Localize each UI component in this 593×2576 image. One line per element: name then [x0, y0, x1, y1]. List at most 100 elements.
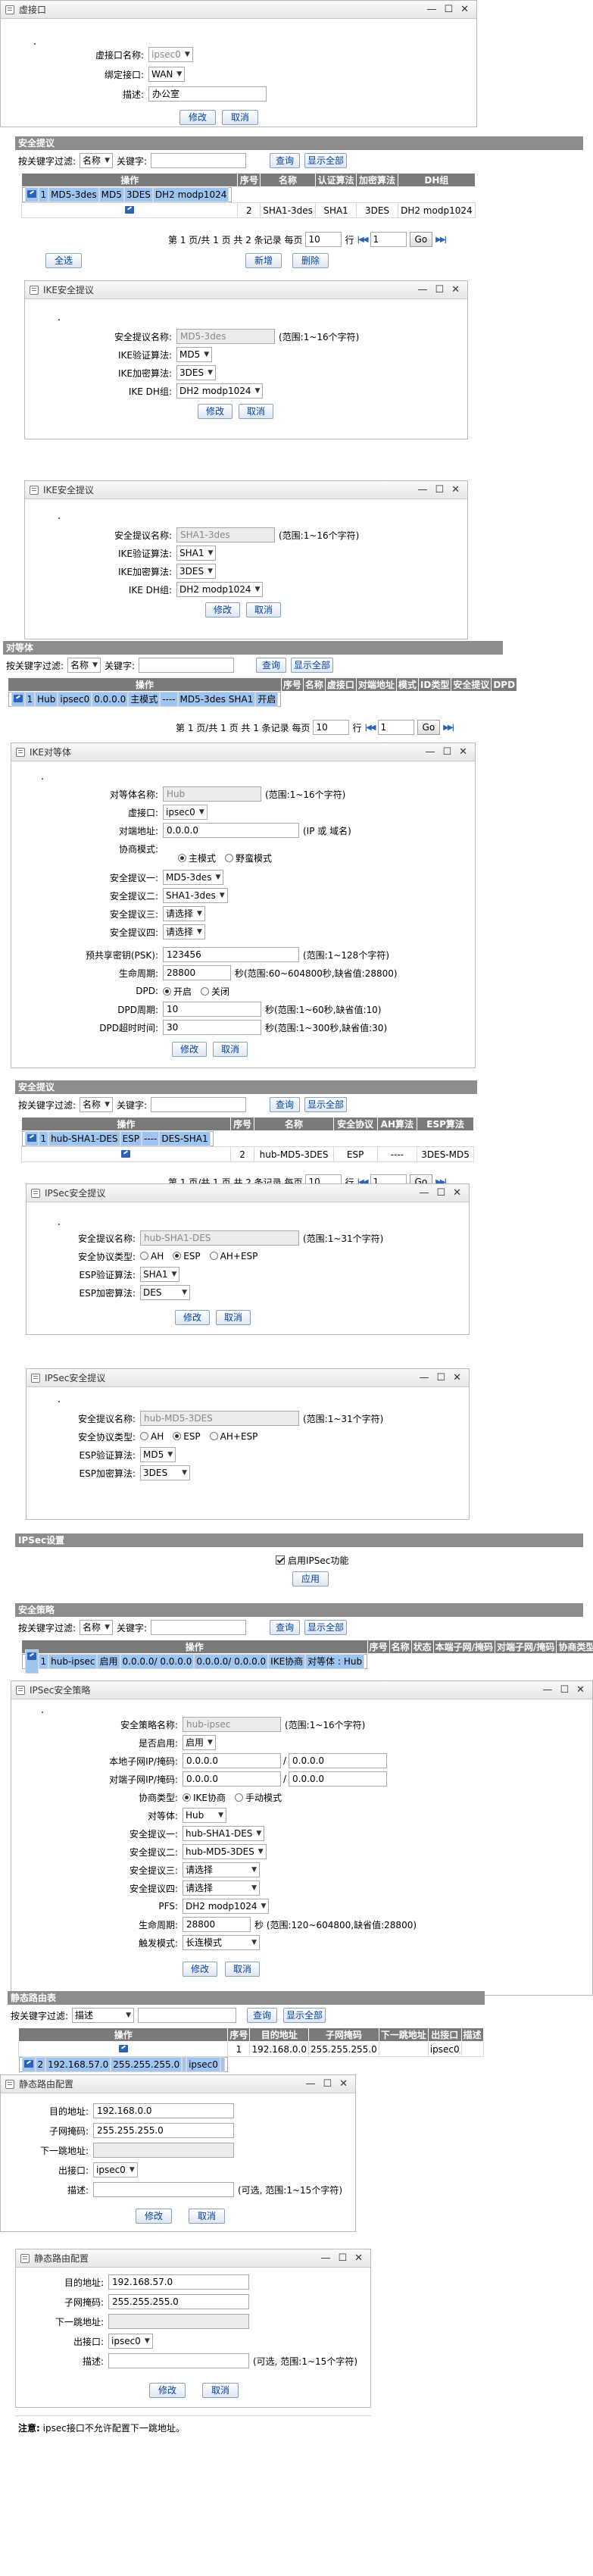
ike-dh-select[interactable]: DH2 modp1024 ▼ [176, 582, 264, 597]
proto-esp-radio[interactable]: ESP [173, 1431, 201, 1442]
maximize-icon[interactable]: ☐ [323, 2078, 332, 2090]
policy-proposal-1-select[interactable]: hub-SHA1-DES ▼ [183, 1826, 265, 1841]
policy-peer-select[interactable]: Hub ▼ [183, 1808, 226, 1823]
select-all-button[interactable]: 全选 [45, 253, 82, 268]
modify-button[interactable]: 修改 [183, 1962, 217, 1977]
ipsec-name-input[interactable]: hub-SHA1-DES [140, 1230, 299, 1246]
edit-icon[interactable] [27, 190, 36, 198]
modify-button[interactable]: 修改 [172, 1042, 207, 1057]
query-button[interactable]: 查询 [247, 2008, 277, 2023]
route-dst-input[interactable]: 192.168.0.0 [93, 2103, 234, 2118]
edit-icon[interactable] [121, 1149, 131, 1158]
proposal-3-select[interactable]: 请选择 ▼ [163, 906, 205, 921]
keyword-input[interactable] [151, 153, 247, 168]
filter-field-select[interactable]: 名称 ▼ [80, 153, 113, 168]
esp-enc-select[interactable]: DES ▼ [140, 1285, 190, 1300]
page-input[interactable]: 1 [377, 720, 414, 735]
filter-field-select[interactable]: 名称 ▼ [67, 658, 101, 673]
route-nexthop-input[interactable] [93, 2143, 234, 2158]
cancel-button[interactable]: 取消 [246, 602, 281, 617]
checkbox-checked-icon[interactable] [276, 1555, 285, 1565]
filter-field-select[interactable]: 名称 ▼ [80, 1620, 113, 1635]
edit-icon[interactable] [23, 2060, 33, 2068]
table-row[interactable]: 1 hub-ipsec 启用 0.0.0.0/ 0.0.0.0 0.0.0.0/ 0.0… [21, 1649, 368, 1674]
route-out-if-select[interactable]: ipsec0 ▼ [93, 2162, 138, 2177]
ike-auth-select[interactable]: SHA1 ▼ [176, 546, 217, 561]
keyword-input[interactable] [151, 1097, 247, 1112]
route-nexthop-input[interactable] [108, 2314, 249, 2329]
keyword-input[interactable] [151, 1620, 247, 1635]
apply-button[interactable]: 应用 [292, 1571, 329, 1587]
maximize-icon[interactable]: ☐ [560, 1684, 569, 1696]
close-icon[interactable]: ✕ [453, 1187, 461, 1199]
close-icon[interactable]: ✕ [339, 2078, 348, 2090]
proposal-4-select[interactable]: 请选择 ▼ [163, 924, 205, 939]
first-page-icon[interactable]: |◀◀ [364, 724, 376, 732]
modify-button[interactable]: 修改 [136, 2209, 172, 2224]
minimize-icon[interactable]: — [419, 1372, 429, 1383]
show-all-button[interactable]: 显示全部 [304, 153, 347, 168]
peer-name-input[interactable]: Hub [163, 786, 261, 802]
show-all-button[interactable]: 显示全部 [291, 658, 333, 673]
lifetime-input[interactable]: 28800 [163, 965, 231, 980]
esp-auth-select[interactable]: SHA1 ▼ [140, 1267, 180, 1282]
dpd-off-radio[interactable]: 关闭 [201, 985, 229, 998]
edit-icon[interactable] [27, 1134, 36, 1142]
show-all-button[interactable]: 显示全部 [283, 2008, 326, 2023]
local-subnet-ip-input[interactable]: 0.0.0.0 [183, 1753, 281, 1768]
per-page-input[interactable]: 10 [305, 232, 342, 247]
modify-button[interactable]: 修改 [205, 602, 240, 617]
ike-enc-select[interactable]: 3DES ▼ [176, 365, 216, 380]
local-subnet-mask-input[interactable]: 0.0.0.0 [289, 1753, 388, 1768]
ike-auth-select[interactable]: MD5 ▼ [176, 347, 213, 362]
vif-name-select[interactable]: ipsec0 ▼ [148, 47, 193, 62]
table-row[interactable]: 2 SHA1-3des SHA1 3DES DH2 modp1024 [20, 202, 476, 218]
keyword-input[interactable] [138, 2008, 237, 2023]
table-row[interactable]: 1 hub-SHA1-DES ESP ---- DES-SHA1 [21, 1131, 214, 1146]
close-icon[interactable]: ✕ [460, 4, 469, 15]
route-mask-input[interactable]: 255.255.255.0 [108, 2294, 249, 2309]
minimize-icon[interactable]: — [320, 2252, 330, 2264]
vif-bind-select[interactable]: WAN ▼ [148, 67, 186, 82]
edit-icon[interactable] [27, 1652, 36, 1660]
table-row[interactable]: 2 192.168.57.0 255.255.255.0 ipsec0 [18, 2057, 228, 2072]
minimize-icon[interactable]: — [305, 2078, 315, 2090]
cancel-button[interactable]: 取消 [216, 1310, 251, 1325]
dpd-period-input[interactable]: 10 [163, 1002, 261, 1017]
proto-ahesp-radio[interactable]: AH+ESP [209, 1251, 257, 1261]
per-page-input[interactable]: 10 [313, 720, 350, 735]
maximize-icon[interactable]: ☐ [436, 1372, 445, 1383]
mode-aggressive-radio[interactable]: 野蛮模式 [225, 852, 272, 864]
enable-ipsec-checkbox[interactable]: 启用IPSec功能 [276, 1552, 348, 1568]
proto-esp-radio[interactable]: ESP [173, 1251, 201, 1261]
route-desc-input[interactable] [108, 2353, 249, 2368]
esp-auth-select[interactable]: MD5 ▼ [140, 1447, 176, 1462]
vif-modify-button[interactable]: 修改 [179, 110, 216, 125]
maximize-icon[interactable]: ☐ [435, 284, 444, 295]
filter-field-select[interactable]: 名称 ▼ [80, 1097, 113, 1112]
last-page-icon[interactable]: ▶▶| [435, 236, 447, 244]
policy-proposal-2-select[interactable]: hub-MD5-3DES ▼ [183, 1844, 267, 1859]
route-desc-input[interactable] [93, 2182, 234, 2197]
ike-enc-select[interactable]: 3DES ▼ [176, 564, 216, 579]
proto-ah-radio[interactable]: AH [140, 1251, 164, 1261]
psk-input[interactable]: 123456 [163, 947, 299, 962]
last-page-icon[interactable]: ▶▶| [443, 724, 454, 732]
dpd-timeout-input[interactable]: 30 [163, 1020, 261, 1035]
query-button[interactable]: 查询 [270, 1620, 300, 1635]
close-icon[interactable]: ✕ [354, 2252, 363, 2264]
cancel-button[interactable]: 取消 [189, 2209, 225, 2224]
vif-cancel-button[interactable]: 取消 [222, 110, 258, 125]
vif-desc-input[interactable]: 办公室 [148, 86, 267, 102]
table-row[interactable]: 1 MD5-3des MD5 3DES DH2 modp1024 [21, 187, 233, 202]
delete-button[interactable]: 删除 [292, 253, 329, 268]
close-icon[interactable]: ✕ [451, 484, 460, 496]
query-button[interactable]: 查询 [256, 658, 286, 673]
route-mask-input[interactable]: 255.255.255.0 [93, 2123, 234, 2138]
ike-name-input[interactable]: MD5-3des [176, 329, 275, 344]
route-out-if-select[interactable]: ipsec0 ▼ [108, 2334, 153, 2349]
proto-ah-radio[interactable]: AH [140, 1431, 164, 1442]
query-button[interactable]: 查询 [270, 153, 300, 168]
go-button[interactable]: Go [417, 720, 441, 735]
modify-button[interactable]: 修改 [198, 404, 233, 419]
